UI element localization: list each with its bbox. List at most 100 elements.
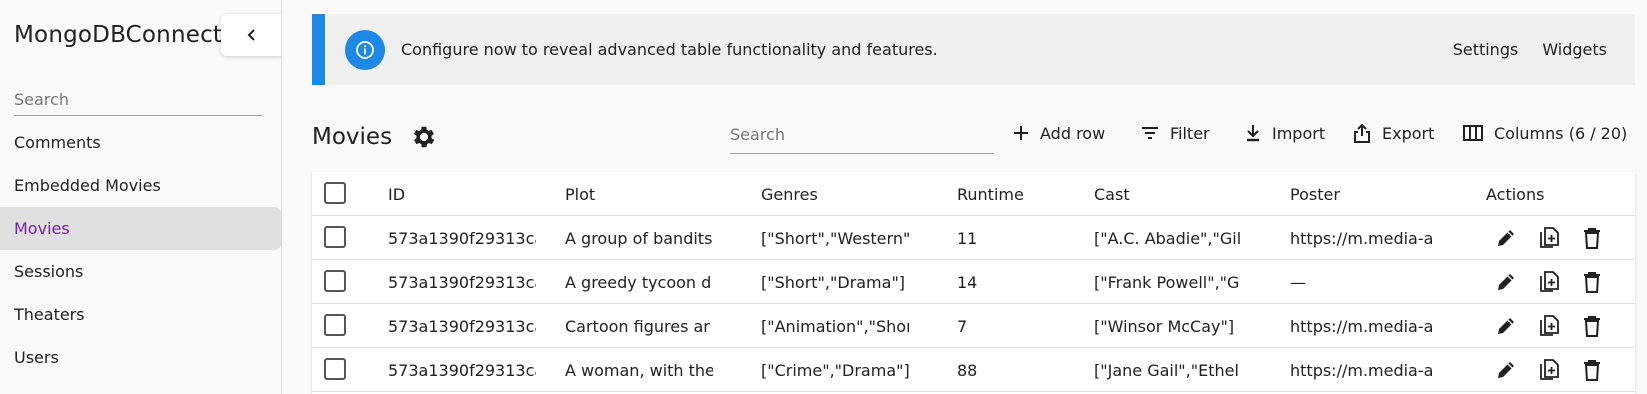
sidebar-item-movies[interactable]: Movies <box>0 207 281 250</box>
sidebar-search-input[interactable] <box>14 84 262 116</box>
sidebar-nav: Comments Embedded Movies Movies Sessions… <box>0 121 281 379</box>
export-label: Export <box>1382 123 1435 143</box>
trash-icon <box>1584 316 1600 337</box>
sidebar: MongoDBConnect Comments Embedded Movies … <box>0 0 282 394</box>
sidebar-item-users[interactable]: Users <box>0 336 281 379</box>
row-checkbox[interactable] <box>324 270 346 292</box>
column-header-id[interactable]: ID <box>388 172 538 216</box>
copy-plus-icon <box>1540 227 1559 248</box>
delete-row-button[interactable] <box>1579 225 1605 251</box>
collapse-sidebar-button[interactable] <box>221 14 281 56</box>
info-banner: Configure now to reveal advanced table f… <box>312 14 1635 85</box>
app-brand: MongoDBConnect <box>14 22 223 48</box>
cell-cast: ["Jane Gail","Ethel <box>1094 360 1239 380</box>
cell-plot: Cartoon figures ar <box>565 316 710 336</box>
sidebar-item-comments[interactable]: Comments <box>0 121 281 164</box>
settings-button[interactable]: Settings <box>1453 40 1519 59</box>
columns-button[interactable]: Columns (6 / 20) <box>1462 118 1627 148</box>
trash-icon <box>1584 228 1600 249</box>
cell-id: 573a1390f29313ca <box>388 360 536 380</box>
duplicate-row-button[interactable] <box>1536 357 1562 383</box>
pencil-icon <box>1498 362 1514 378</box>
table-header-row: ID Plot Genres Runtime Cast Poster Actio… <box>312 172 1635 216</box>
chevron-left-icon <box>247 29 255 41</box>
copy-plus-icon <box>1540 315 1559 336</box>
table-toolbar: Movies Add row Filter Import Export <box>312 108 1635 170</box>
columns-icon <box>1463 125 1483 141</box>
download-icon <box>1247 125 1259 142</box>
row-checkbox[interactable] <box>324 358 346 380</box>
table-settings-button[interactable] <box>410 123 438 155</box>
banner-actions: Settings Widgets <box>1453 40 1607 59</box>
pencil-icon <box>1498 318 1514 334</box>
delete-row-button[interactable] <box>1579 269 1605 295</box>
filter-label: Filter <box>1170 123 1210 143</box>
edit-row-button[interactable] <box>1493 357 1519 383</box>
cell-plot: A greedy tycoon d <box>565 272 712 292</box>
sidebar-item-sessions[interactable]: Sessions <box>0 250 281 293</box>
pencil-icon <box>1498 230 1514 246</box>
column-header-poster[interactable]: Poster <box>1290 172 1440 216</box>
data-table: ID Plot Genres Runtime Cast Poster Actio… <box>312 172 1635 394</box>
import-label: Import <box>1272 123 1326 143</box>
page-title: Movies <box>312 124 393 150</box>
trash-icon <box>1584 360 1600 381</box>
column-header-cast[interactable]: Cast <box>1094 172 1244 216</box>
duplicate-row-button[interactable] <box>1536 225 1562 251</box>
row-checkbox[interactable] <box>324 226 346 248</box>
import-button[interactable]: Import <box>1244 118 1325 148</box>
edit-row-button[interactable] <box>1493 269 1519 295</box>
cell-poster: — <box>1290 272 1306 292</box>
edit-row-button[interactable] <box>1493 313 1519 339</box>
cell-genres: ["Short","Western" <box>761 228 909 248</box>
edit-row-button[interactable] <box>1493 225 1519 251</box>
main-content: Configure now to reveal advanced table f… <box>282 0 1647 394</box>
column-header-runtime[interactable]: Runtime <box>957 172 1077 216</box>
table-row[interactable]: 573a1390f29313ca Cartoon figures ar ["An… <box>312 304 1635 348</box>
copy-plus-icon <box>1540 271 1559 292</box>
sidebar-item-embedded-movies[interactable]: Embedded Movies <box>0 164 281 207</box>
table-row[interactable]: 573a1390f29313ca A group of bandits ["Sh… <box>312 216 1635 260</box>
cell-poster: https://m.media-a <box>1290 316 1434 336</box>
banner-message: Configure now to reveal advanced table f… <box>401 40 938 59</box>
add-row-label: Add row <box>1040 123 1106 143</box>
add-row-button[interactable]: Add row <box>1012 118 1105 148</box>
cell-plot: A group of bandits <box>565 228 713 248</box>
pencil-icon <box>1498 274 1514 290</box>
gear-icon <box>413 126 435 148</box>
delete-row-button[interactable] <box>1579 313 1605 339</box>
cell-genres: ["Short","Drama"] <box>761 272 906 292</box>
cell-runtime: 11 <box>957 228 978 248</box>
copy-plus-icon <box>1540 359 1559 380</box>
duplicate-row-button[interactable] <box>1536 313 1562 339</box>
select-all-checkbox[interactable] <box>324 182 346 204</box>
column-header-genres[interactable]: Genres <box>761 172 911 216</box>
cell-id: 573a1390f29313ca <box>388 316 536 336</box>
trash-icon <box>1584 272 1600 293</box>
cell-poster: https://m.media-a <box>1290 228 1434 248</box>
column-header-plot[interactable]: Plot <box>565 172 715 216</box>
filter-button[interactable]: Filter <box>1140 118 1210 148</box>
info-icon <box>345 29 385 70</box>
cell-cast: ["Winsor McCay"] <box>1094 316 1235 336</box>
table-row[interactable]: 573a1390f29313ca A greedy tycoon d ["Sho… <box>312 260 1635 304</box>
table-search-input[interactable] <box>730 116 994 154</box>
cell-cast: ["A.C. Abadie","Gilb <box>1094 228 1242 248</box>
table-row[interactable]: 573a1390f29313ca A woman, with the ["Cri… <box>312 348 1635 392</box>
plus-icon <box>1014 126 1028 140</box>
export-button[interactable]: Export <box>1352 118 1434 148</box>
cell-cast: ["Frank Powell","G <box>1094 272 1240 292</box>
cell-runtime: 7 <box>957 316 968 336</box>
cell-poster: https://m.media-a <box>1290 360 1434 380</box>
widgets-button[interactable]: Widgets <box>1542 40 1607 59</box>
delete-row-button[interactable] <box>1579 357 1605 383</box>
cell-id: 573a1390f29313ca <box>388 272 536 292</box>
app-root: MongoDBConnect Comments Embedded Movies … <box>0 0 1647 394</box>
row-checkbox[interactable] <box>324 314 346 336</box>
sidebar-item-theaters[interactable]: Theaters <box>0 293 281 336</box>
upload-icon <box>1354 123 1370 143</box>
cell-id: 573a1390f29313ca <box>388 228 536 248</box>
filter-icon <box>1142 127 1158 139</box>
cell-genres: ["Crime","Drama"] <box>761 360 909 380</box>
duplicate-row-button[interactable] <box>1536 269 1562 295</box>
